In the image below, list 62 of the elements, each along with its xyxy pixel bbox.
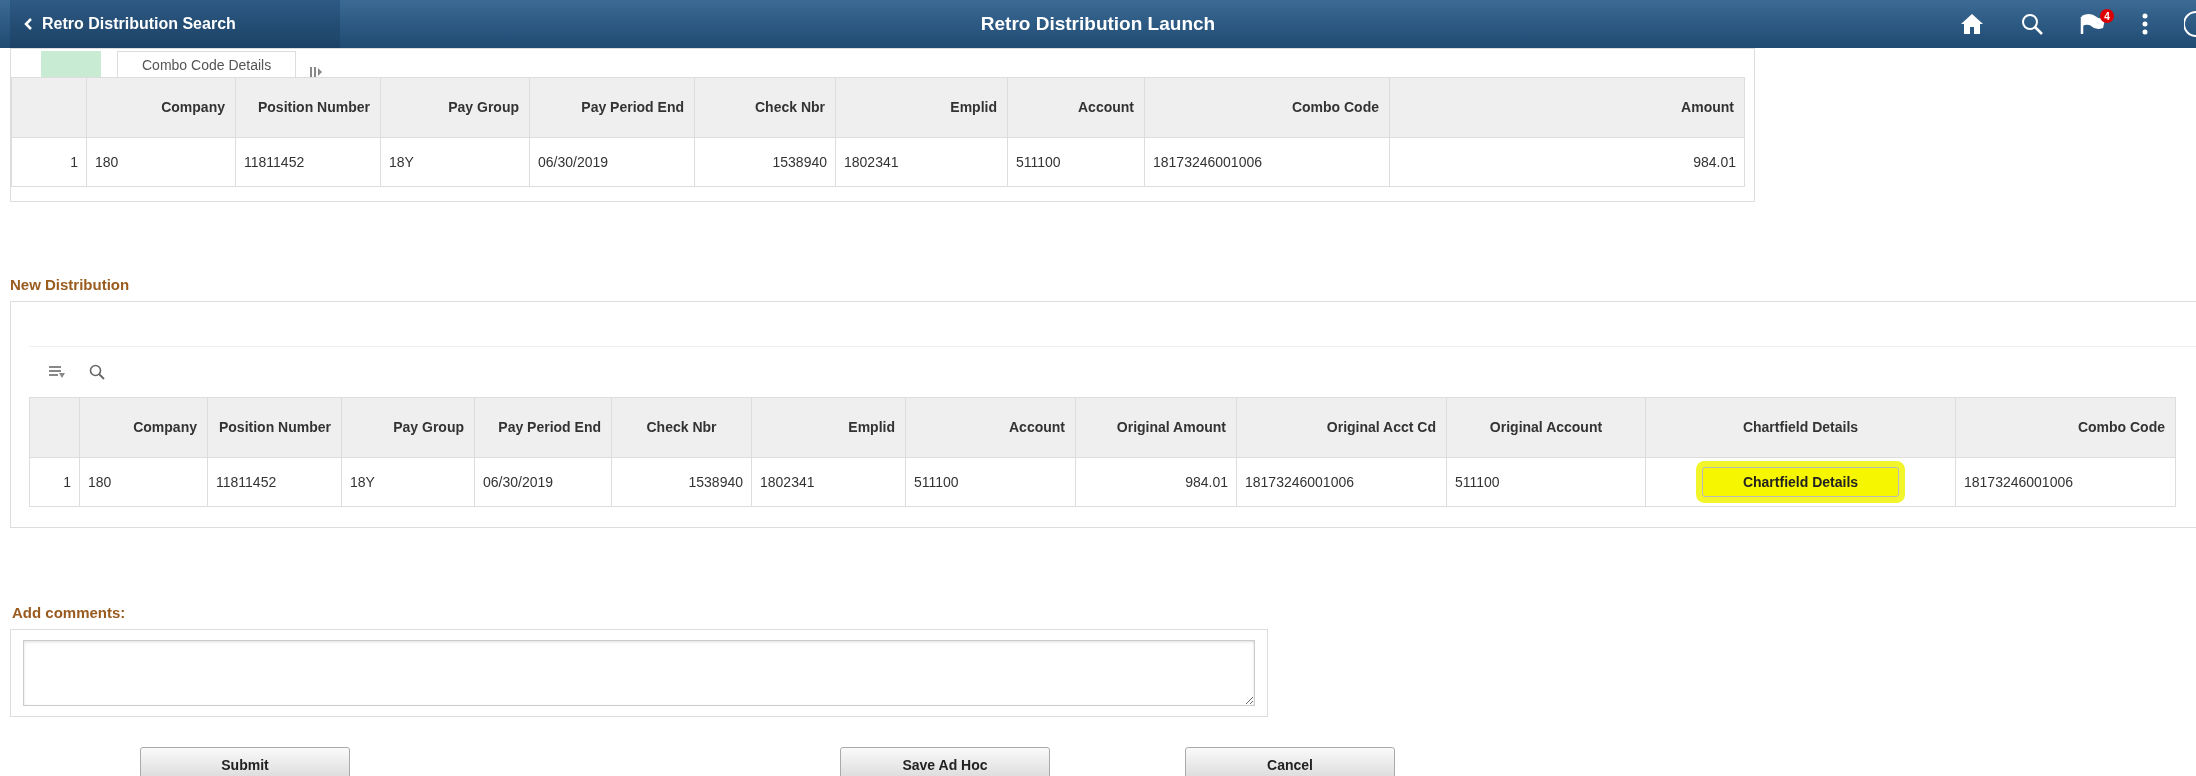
page-title: Retro Distribution Launch <box>980 13 1216 35</box>
notification-count: 4 <box>2100 9 2114 23</box>
table-cell: 1802341 <box>835 137 1008 187</box>
action-button[interactable]: Cancel <box>1185 747 1395 776</box>
back-button[interactable]: Retro Distribution Search <box>10 0 340 48</box>
table-cell: 511100 <box>1007 137 1145 187</box>
expand-columns-icon[interactable] <box>310 67 323 77</box>
home-icon[interactable] <box>1960 13 1984 35</box>
column-header: Pay Period End <box>529 77 695 138</box>
search-icon[interactable] <box>2020 12 2044 36</box>
column-header: Original Account <box>1446 397 1646 458</box>
action-button[interactable]: Save Ad Hoc <box>840 747 1050 776</box>
table-cell: 180 <box>86 137 236 187</box>
table-cell: 511100 <box>905 457 1076 507</box>
field-label: Add comments: <box>12 604 127 621</box>
notifications-flag-icon[interactable] <box>2080 13 2106 35</box>
more-options-icon[interactable] <box>2142 13 2148 35</box>
column-header: Position Number <box>207 397 342 458</box>
comments-field[interactable] <box>23 640 1255 706</box>
column-header: Combo Code <box>1955 397 2176 458</box>
table-cell: 06/30/2019 <box>529 137 695 187</box>
column-header: Chartfield Details <box>1645 397 1956 458</box>
table-cell: 984.01 <box>1075 457 1237 507</box>
action-button[interactable]: Submit <box>140 747 350 776</box>
column-header: Emplid <box>835 77 1008 138</box>
table-cell: 06/30/2019 <box>474 457 612 507</box>
table-cell: 1802341 <box>751 457 906 507</box>
column-header: Amount <box>1389 77 1745 138</box>
row-number: 1 <box>11 137 87 187</box>
table-cell: 11811452 <box>207 457 342 507</box>
search-icon[interactable] <box>89 364 105 380</box>
column-header: Pay Group <box>380 77 530 138</box>
column-header: Combo Code <box>1144 77 1390 138</box>
table-cell: 180 <box>79 457 208 507</box>
table-cell: 1538940 <box>611 457 752 507</box>
column-header: Pay Group <box>341 397 475 458</box>
column-header: Check Nbr <box>694 77 836 138</box>
column-header: Company <box>86 77 236 138</box>
table-cell: 511100 <box>1446 457 1646 507</box>
table-cell: 11811452 <box>235 137 381 187</box>
table-cell: 18173246001006 <box>1236 457 1447 507</box>
row-number: 1 <box>29 457 80 507</box>
chevron-left-icon <box>24 18 32 30</box>
column-header: Check Nbr <box>611 397 752 458</box>
column-header: Position Number <box>235 77 381 138</box>
table-cell: 18Y <box>380 137 530 187</box>
section-title: New Distribution <box>10 276 131 293</box>
table-cell: 18Y <box>341 457 475 507</box>
table-cell: 1538940 <box>694 137 836 187</box>
column-header: Company <box>79 397 208 458</box>
tab-marker <box>41 51 101 77</box>
column-header: Account <box>905 397 1076 458</box>
table-cell: 18173246001006 <box>1144 137 1390 187</box>
table-cell: 18173246001006 <box>1955 457 2176 507</box>
table-cell: 984.01 <box>1389 137 1745 187</box>
column-header: Original Amount <box>1075 397 1237 458</box>
column-header: Account <box>1007 77 1145 138</box>
personalize-grid-icon[interactable] <box>49 365 65 379</box>
column-header: Emplid <box>751 397 906 458</box>
grid-tab[interactable]: Combo Code Details <box>117 51 297 77</box>
column-header: Pay Period End <box>474 397 612 458</box>
column-header: Original Acct Cd <box>1236 397 1447 458</box>
